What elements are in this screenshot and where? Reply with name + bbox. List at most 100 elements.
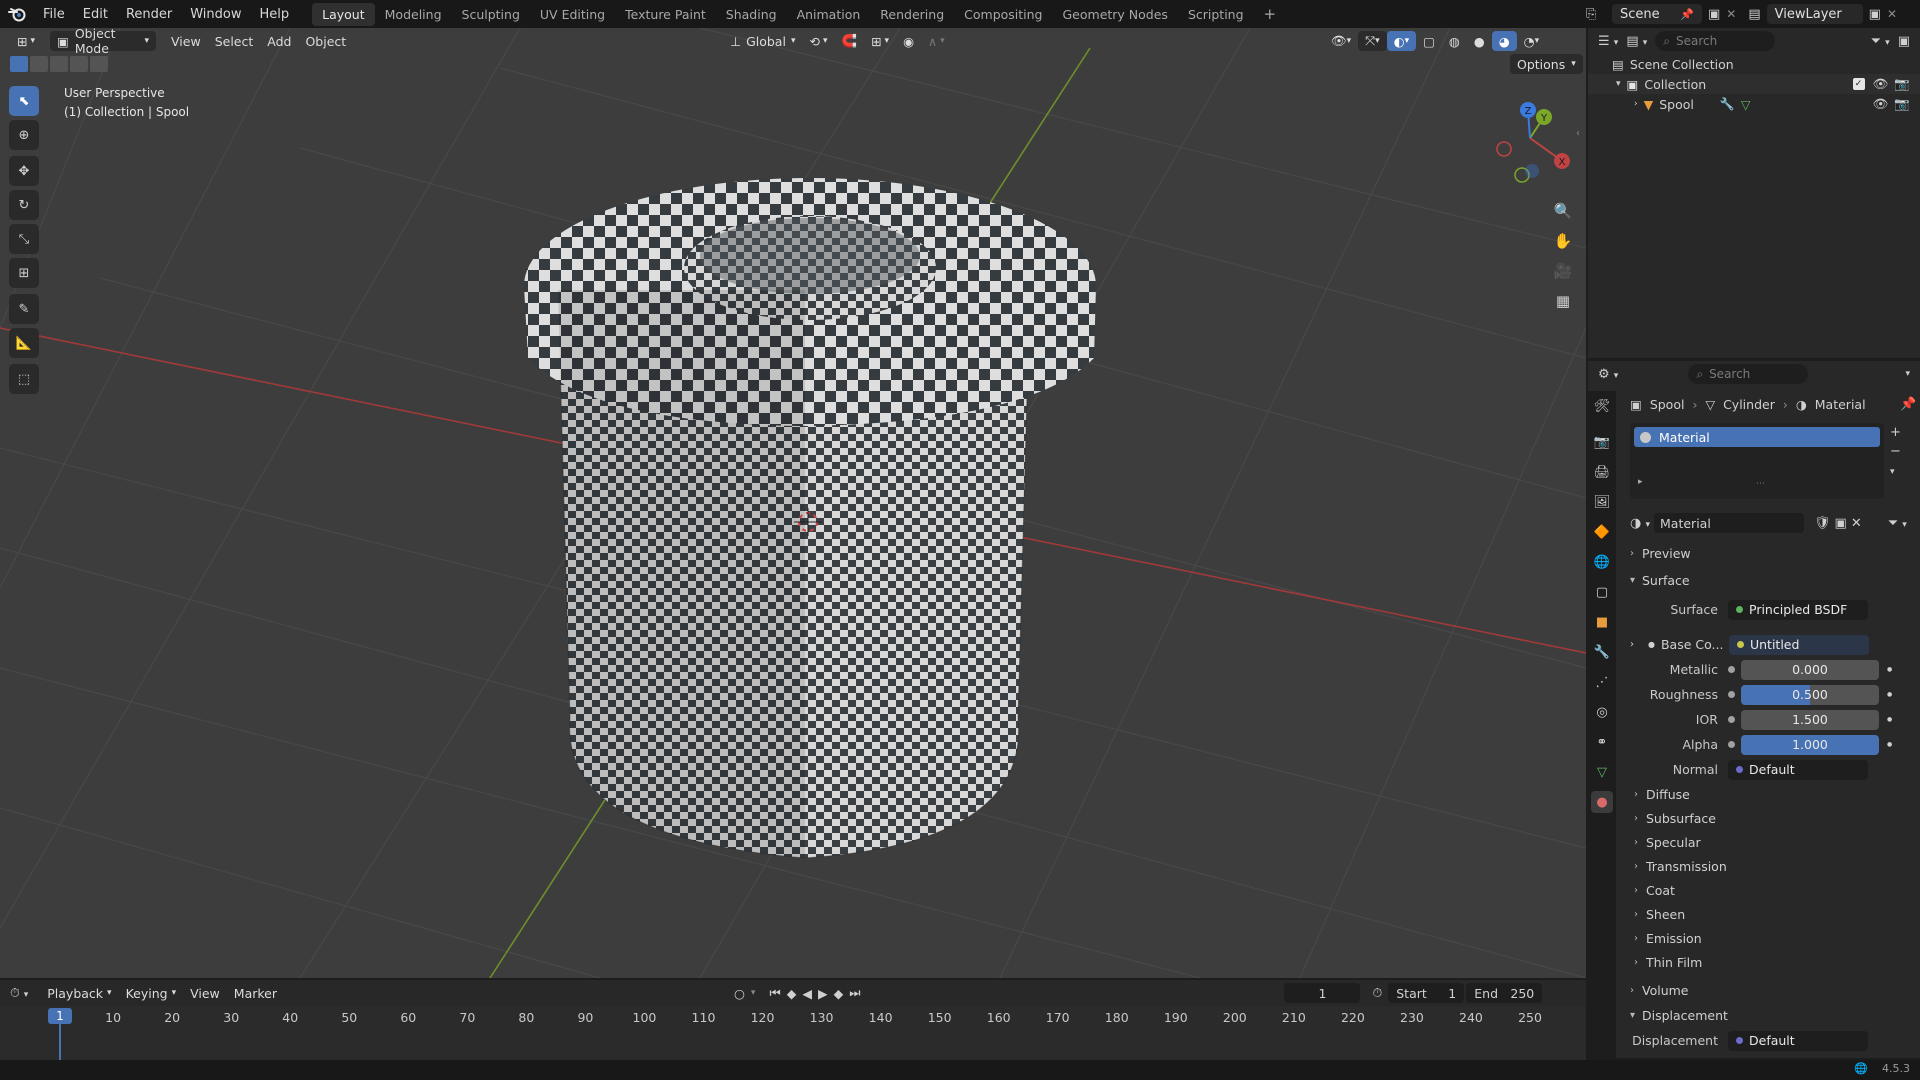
subpanel-thin-film[interactable]: › Thin Film [1616,950,1920,974]
material-tab-icon[interactable]: ● [1591,791,1613,813]
chevron-right-icon[interactable]: › [1634,99,1638,109]
visibility-selector-icon[interactable]: 👁 ▾ [1324,31,1358,51]
camera-render-icon[interactable]: 📷 [1894,96,1910,112]
jump-keyframe-back-icon[interactable]: ◆ [787,986,797,1001]
camera-view-icon[interactable]: 🎥 [1550,258,1576,284]
render-tab-icon[interactable]: 📷 [1591,431,1613,453]
material-slot-item[interactable]: Material [1634,427,1880,447]
scale-tool[interactable]: ⤡ [9,224,39,254]
remove-view-layer-icon[interactable]: ✕ [1887,7,1897,21]
sidebar-toggle-icon[interactable]: ‹ [1576,128,1580,139]
eye-icon[interactable]: 👁 [1873,96,1889,112]
subpanel-specular[interactable]: › Specular [1616,830,1920,854]
eye-icon[interactable]: 👁 [1873,76,1889,92]
gizmo-toggle-icon[interactable]: ⤧ ▾ [1358,31,1387,51]
tab-shading[interactable]: Shading [716,3,787,26]
tree-row-spool[interactable]: › ▼ Spool 🔧 ▽ 👁 📷 [1588,94,1920,114]
subpanel-transmission[interactable]: › Transmission [1616,854,1920,878]
remove-slot-icon[interactable]: − [1890,444,1901,459]
panel-preview-header[interactable]: › Preview [1616,541,1920,566]
tree-row-scene-collection[interactable]: ▤ Scene Collection [1588,54,1920,74]
start-frame-field[interactable]: Start 1 [1388,983,1465,1003]
view-layer-icon[interactable]: ▤ [1748,7,1760,22]
menu-object[interactable]: Object [298,31,353,51]
surface-shader-field[interactable]: Principled BSDF [1728,599,1868,620]
select-subtract-icon[interactable] [50,56,68,72]
select-invert-icon[interactable] [70,56,88,72]
keying-set-icon[interactable]: ▾ [751,988,756,998]
tab-texture-paint[interactable]: Texture Paint [615,3,716,26]
tab-layout[interactable]: Layout [312,2,375,26]
material-name-field[interactable]: Material [1654,513,1805,533]
rotate-tool[interactable]: ↻ [9,190,39,220]
outliner-search-input[interactable]: ⌕ Search [1655,31,1776,51]
pin-icon[interactable]: 📌 [1900,397,1916,412]
view-layer-tab-icon[interactable]: 🖼 [1591,491,1613,513]
measure-tool[interactable]: 📐 [9,328,39,358]
resize-handle-icon[interactable]: ⋯ [1756,479,1765,489]
metallic-slider[interactable]: 0.000 [1741,659,1879,680]
object-tab-icon[interactable]: ■ [1591,611,1613,633]
current-frame-field[interactable]: 1 [1284,983,1361,1003]
menu-file[interactable]: File [34,7,74,22]
options-button[interactable]: Options ▾ [1510,54,1583,74]
view-layer-selector[interactable]: ViewLayer [1766,4,1863,24]
base-color-field[interactable]: Untitled [1728,634,1869,655]
xray-toggle-icon[interactable]: ▢ [1416,31,1442,51]
output-tab-icon[interactable]: 🖨 [1591,461,1613,483]
jump-start-icon[interactable]: ⏮ [769,985,780,1001]
editor-type-icon[interactable]: ⏱ ▾ [10,985,28,1001]
tool-tab-icon[interactable]: 🛠 [1591,395,1613,417]
filter-icon[interactable]: ⏷ ▾ [1888,516,1907,531]
timeline-track[interactable]: 10 20 30 40 50 60 70 80 90 100 110 120 130 140 150 160 1… [0,1006,1586,1060]
add-cube-tool[interactable]: ⬚ [9,364,39,394]
mode-selector[interactable]: ▣ Object Mode ▾ [50,28,157,56]
auto-keying-icon[interactable]: ○ [734,986,745,1001]
add-workspace-button[interactable]: + [1254,1,1287,27]
particles-tab-icon[interactable]: ⋰ [1591,671,1613,693]
tab-geometry-nodes[interactable]: Geometry Nodes [1053,3,1178,26]
panel-displacement-header[interactable]: ▾ Displacement [1616,1003,1920,1028]
displacement-field[interactable]: Default [1728,1030,1868,1051]
ior-slider[interactable]: 1.500 [1741,709,1879,730]
camera-render-icon[interactable]: 📷 [1894,76,1910,92]
menu-select[interactable]: Select [208,31,261,51]
remove-scene-icon[interactable]: ✕ [1726,7,1736,21]
preview-range-clock-icon[interactable]: ⏱ [1372,985,1382,1001]
hand-pan-icon[interactable]: ✋ [1550,228,1576,254]
tab-animation[interactable]: Animation [787,3,871,26]
menu-render[interactable]: Render [117,7,181,22]
subpanel-sheen[interactable]: › Sheen [1616,902,1920,926]
panel-volume-header[interactable]: › Volume [1616,978,1920,1003]
subpanel-emission[interactable]: › Emission [1616,926,1920,950]
mesh-data-icon[interactable]: ▽ [1741,97,1751,112]
scene-selector[interactable]: Scene 📌 [1612,4,1702,24]
tab-modeling[interactable]: Modeling [375,3,452,26]
constraints-tab-icon[interactable]: ⚭ [1591,731,1613,753]
menu-help[interactable]: Help [251,7,299,22]
subpanel-diffuse[interactable]: › Diffuse [1616,782,1920,806]
play-icon[interactable]: ▶ [818,986,828,1001]
editor-type-icon[interactable]: ☰ ▾ [1598,34,1618,49]
world-tab-icon[interactable]: 🌐 [1591,551,1613,573]
material-preview-shading-icon[interactable]: ◕ [1491,31,1517,51]
keyframe-dot-icon[interactable]: ● [1887,691,1892,698]
material-browse-icon[interactable]: ◑ ▾ [1630,516,1650,531]
grid-ortho-icon[interactable]: ▦ [1550,288,1576,314]
filter-icon[interactable]: ⏷ ▾ [1871,34,1890,49]
roughness-slider[interactable]: 0.500 [1741,684,1879,705]
unlink-close-icon[interactable]: ✕ [1851,516,1862,531]
keyframe-dot-icon[interactable]: ● [1887,741,1892,748]
menu-add[interactable]: Add [260,31,298,51]
modifier-tab-icon[interactable]: 🔧 [1591,641,1613,663]
blender-logo-icon[interactable] [0,6,34,22]
menu-marker[interactable]: Marker [227,983,284,1003]
solid-shading-icon[interactable]: ● [1467,31,1492,51]
new-scene-icon[interactable]: ▣ [1708,7,1720,22]
navigation-gizmo[interactable]: X Y Z [1490,88,1570,188]
cursor-tool[interactable]: ⊕ [9,120,39,150]
annotate-tool[interactable]: ✎ [9,294,39,324]
spool-object[interactable] [524,178,1096,859]
pin-icon[interactable]: 📌 [1680,8,1694,21]
tab-uv-editing[interactable]: UV Editing [530,3,615,26]
